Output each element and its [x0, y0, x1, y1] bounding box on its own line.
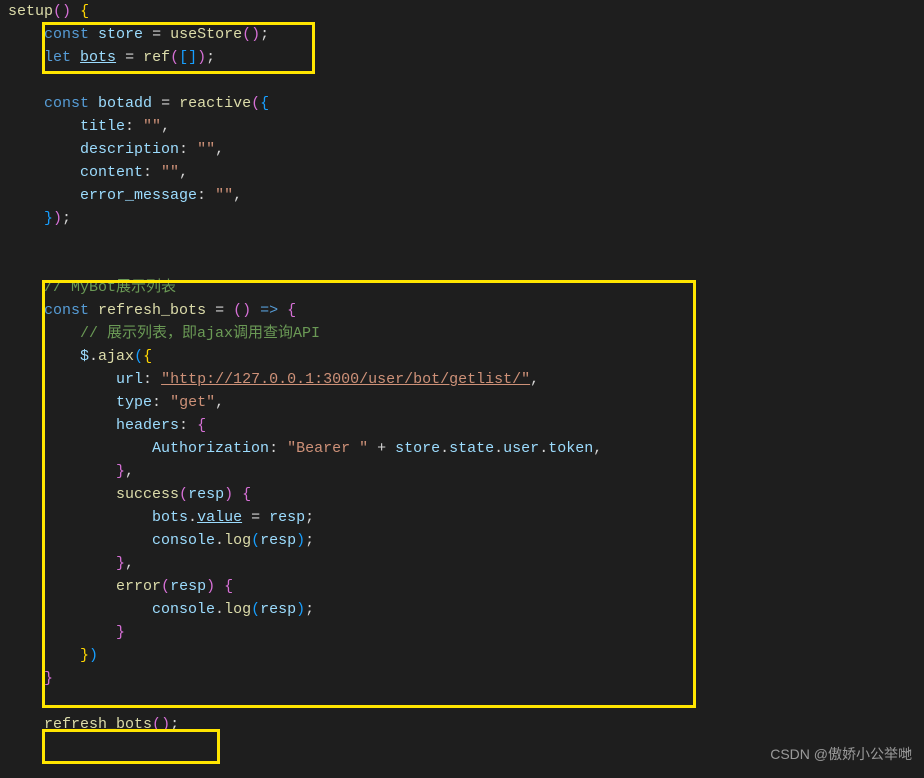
- code-line: console.log(resp);: [8, 598, 916, 621]
- watermark: CSDN @傲娇小公举哋: [770, 743, 912, 766]
- code-line: setup() {: [8, 0, 916, 23]
- code-line: const botadd = reactive({: [8, 92, 916, 115]
- code-line: }: [8, 621, 916, 644]
- code-line: const store = useStore();: [8, 23, 916, 46]
- code-line: type: "get",: [8, 391, 916, 414]
- code-line: [8, 253, 916, 276]
- code-line: console.log(resp);: [8, 529, 916, 552]
- code-line: content: "",: [8, 161, 916, 184]
- code-line: refresh_bots();: [8, 713, 916, 736]
- code-line: url: "http://127.0.0.1:3000/user/bot/get…: [8, 368, 916, 391]
- code-line: headers: {: [8, 414, 916, 437]
- code-line: // 展示列表，即ajax调用查询API: [8, 322, 916, 345]
- code-line: // MyBot展示列表: [8, 276, 916, 299]
- code-line: const refresh_bots = () => {: [8, 299, 916, 322]
- code-line: },: [8, 460, 916, 483]
- code-line: $.ajax({: [8, 345, 916, 368]
- code-line: }): [8, 644, 916, 667]
- code-line: },: [8, 552, 916, 575]
- code-line: let bots = ref([]);: [8, 46, 916, 69]
- code-line: }: [8, 667, 916, 690]
- code-line: title: "",: [8, 115, 916, 138]
- code-line: [8, 690, 916, 713]
- code-line: success(resp) {: [8, 483, 916, 506]
- code-line: [8, 230, 916, 253]
- code-line: [8, 69, 916, 92]
- code-line: error(resp) {: [8, 575, 916, 598]
- code-line: Authorization: "Bearer " + store.state.u…: [8, 437, 916, 460]
- code-line: error_message: "",: [8, 184, 916, 207]
- code-line: description: "",: [8, 138, 916, 161]
- code-line: });: [8, 207, 916, 230]
- code-line: bots.value = resp;: [8, 506, 916, 529]
- code-editor: setup() { const store = useStore(); let …: [0, 0, 924, 736]
